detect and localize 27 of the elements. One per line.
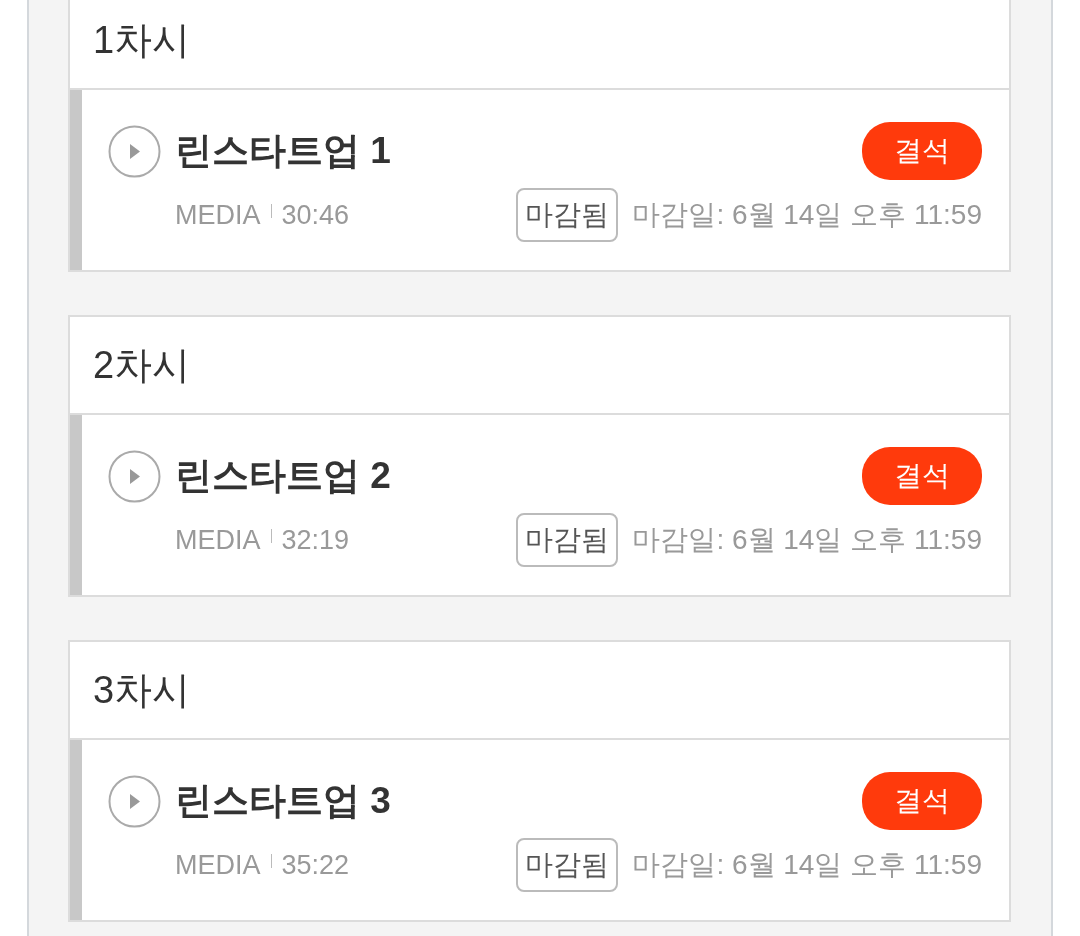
deadline-text: 마감일: 6월 14일 오후 11:59	[632, 848, 982, 882]
media-type: MEDIA	[175, 849, 261, 881]
play-icon[interactable]	[108, 449, 161, 503]
attendance-badge: 결석	[862, 447, 982, 505]
deadline-text: 마감일: 6월 14일 오후 11:59	[632, 198, 982, 232]
media-type: MEDIA	[175, 524, 261, 556]
session-heading: 2차시	[70, 317, 1009, 415]
session-heading: 1차시	[70, 0, 1009, 90]
deadline-text: 마감일: 6월 14일 오후 11:59	[632, 523, 982, 557]
session-heading: 3차시	[70, 642, 1009, 740]
status-tag: 마감됨	[516, 513, 619, 567]
attendance-badge: 결석	[862, 772, 982, 830]
status-tag: 마감됨	[516, 838, 619, 892]
status-tag: 마감됨	[516, 188, 619, 242]
lesson-title: 린스타트업 2	[175, 454, 391, 498]
attendance-badge: 결석	[862, 122, 982, 180]
lesson-item[interactable]: 린스타트업 2 결석 MEDIA 32:19 마감됨 마감일: 6월 14일 오후 11:59	[70, 415, 1009, 595]
lesson-item[interactable]: 린스타트업 1 결석 MEDIA 30:46 마감됨 마감일: 6월 14일 오후 11:59	[70, 90, 1009, 270]
lesson-title: 린스타트업 3	[175, 779, 391, 823]
lesson-title: 린스타트업 1	[175, 129, 391, 173]
media-type: MEDIA	[175, 199, 261, 231]
duration: 30:46	[281, 199, 350, 231]
duration: 35:22	[281, 849, 350, 881]
play-icon[interactable]	[108, 774, 161, 828]
lesson-item[interactable]: 린스타트업 3 결석 MEDIA 35:22 마감됨 마감일: 6월 14일 오후 11:59	[70, 740, 1009, 920]
play-icon[interactable]	[108, 124, 161, 178]
duration: 32:19	[281, 524, 350, 556]
